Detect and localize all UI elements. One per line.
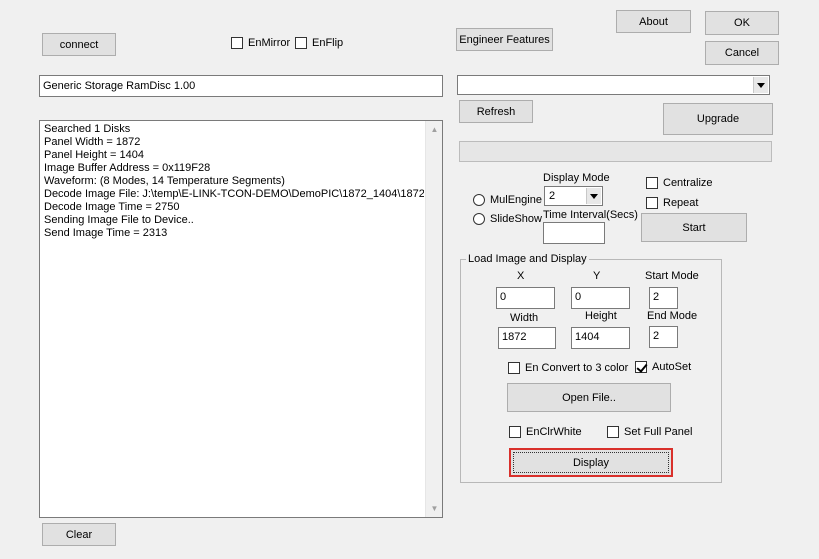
enflip-label: EnFlip xyxy=(312,37,344,49)
x-label: X xyxy=(517,270,525,282)
autoset-label: AutoSet xyxy=(652,361,692,373)
load-image-group-title: Load Image and Display xyxy=(466,253,589,265)
display-mode-label: Display Mode xyxy=(543,172,610,184)
slideshow-radio-circle[interactable] xyxy=(473,213,485,225)
repeat-box[interactable] xyxy=(646,197,658,209)
chevron-down-icon[interactable] xyxy=(586,188,601,204)
log-textarea[interactable]: Searched 1 Disks Panel Width = 1872 Panel … xyxy=(39,120,443,518)
set-full-panel-label: Set Full Panel xyxy=(624,426,693,438)
centralize-box[interactable] xyxy=(646,177,658,189)
height-input[interactable]: 1404 xyxy=(571,327,630,349)
end-mode-label: End Mode xyxy=(647,310,698,322)
enclrwhite-box[interactable] xyxy=(509,426,521,438)
time-interval-label: Time Interval(Secs) xyxy=(543,209,638,221)
set-full-panel-box[interactable] xyxy=(607,426,619,438)
open-file-button[interactable]: Open File.. xyxy=(507,383,671,412)
chevron-down-icon[interactable] xyxy=(753,77,768,93)
device-name-field[interactable]: Generic Storage RamDisc 1.00 xyxy=(39,75,443,97)
repeat-checkbox[interactable]: Repeat xyxy=(646,197,698,209)
time-interval-input[interactable] xyxy=(543,222,605,244)
log-line: Waveform: (8 Modes, 14 Temperature Segme… xyxy=(44,175,285,187)
about-button[interactable]: About xyxy=(616,10,691,33)
focus-ring xyxy=(513,452,669,473)
clear-button[interactable]: Clear xyxy=(42,523,116,546)
log-line: Panel Width = 1872 xyxy=(44,136,141,148)
enflip-checkbox[interactable]: EnFlip xyxy=(295,37,343,49)
log-line: Decode Image File: J:\temp\E-LINK-TCON-D… xyxy=(44,188,424,200)
autoset-box[interactable] xyxy=(635,361,647,373)
autoset-checkbox[interactable]: AutoSet xyxy=(635,361,691,373)
refresh-button[interactable]: Refresh xyxy=(459,100,533,123)
slideshow-radio[interactable]: SlideShow xyxy=(473,213,542,225)
display-mode-select[interactable]: 2 xyxy=(544,186,603,206)
mulengine-radio-circle[interactable] xyxy=(473,194,485,206)
log-line: Image Buffer Address = 0x119F28 xyxy=(44,162,211,174)
centralize-checkbox[interactable]: Centralize xyxy=(646,177,713,189)
y-input[interactable]: 0 xyxy=(571,287,630,309)
enmirror-checkbox[interactable]: EnMirror xyxy=(231,37,290,49)
enclrwhite-checkbox[interactable]: EnClrWhite xyxy=(509,426,582,438)
upgrade-button[interactable]: Upgrade xyxy=(663,103,773,135)
end-mode-input[interactable]: 2 xyxy=(649,326,678,348)
engineer-features-button[interactable]: Engineer Features xyxy=(456,28,553,51)
width-input[interactable]: 1872 xyxy=(498,327,556,349)
enflip-box[interactable] xyxy=(295,37,307,49)
en-convert-box[interactable] xyxy=(508,362,520,374)
width-label: Width xyxy=(510,312,539,324)
y-label: Y xyxy=(593,270,601,282)
start-mode-label: Start Mode xyxy=(645,270,699,282)
log-lines: Searched 1 Disks Panel Width = 1872 Panel … xyxy=(44,123,424,240)
en-convert-checkbox[interactable]: En Convert to 3 color xyxy=(508,362,628,374)
log-line: Sending Image File to Device.. xyxy=(44,214,194,226)
start-button[interactable]: Start xyxy=(641,213,747,242)
scroll-down-icon[interactable]: ▼ xyxy=(426,500,443,517)
start-mode-input[interactable]: 2 xyxy=(649,287,678,309)
height-label: Height xyxy=(585,310,617,322)
mulengine-radio[interactable]: MulEngine xyxy=(473,194,542,206)
display-mode-value: 2 xyxy=(549,190,556,202)
display-button[interactable]: Display xyxy=(509,448,673,477)
centralize-label: Centralize xyxy=(663,177,713,189)
en-convert-label: En Convert to 3 color xyxy=(525,362,629,374)
scroll-up-icon[interactable]: ▲ xyxy=(426,121,443,138)
connect-button[interactable]: connect xyxy=(42,33,116,56)
slideshow-label: SlideShow xyxy=(490,213,542,225)
log-line: Panel Height = 1404 xyxy=(44,149,144,161)
set-full-panel-checkbox[interactable]: Set Full Panel xyxy=(607,426,692,438)
cancel-button[interactable]: Cancel xyxy=(705,41,779,65)
log-line: Send Image Time = 2313 xyxy=(44,227,168,239)
log-scrollbar[interactable]: ▲ ▼ xyxy=(425,121,442,517)
log-line: Decode Image Time = 2750 xyxy=(44,201,180,213)
enclrwhite-label: EnClrWhite xyxy=(526,426,582,438)
repeat-label: Repeat xyxy=(663,197,699,209)
ok-button[interactable]: OK xyxy=(705,11,779,35)
enmirror-label: EnMirror xyxy=(248,37,291,49)
log-line: Searched 1 Disks xyxy=(44,123,131,135)
mulengine-label: MulEngine xyxy=(490,194,542,206)
x-input[interactable]: 0 xyxy=(496,287,555,309)
device-select[interactable] xyxy=(457,75,770,95)
enmirror-box[interactable] xyxy=(231,37,243,49)
upgrade-progress-bar xyxy=(459,141,772,162)
